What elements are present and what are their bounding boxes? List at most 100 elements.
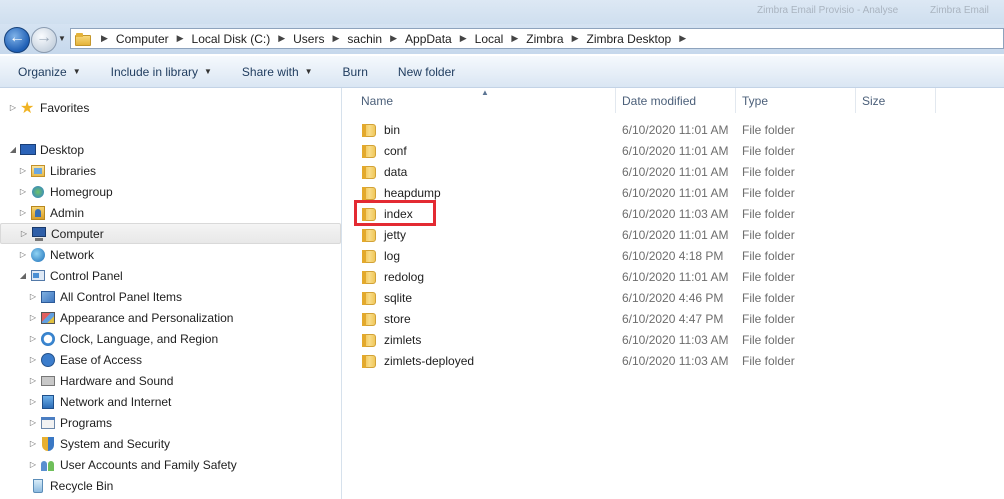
nav-label: Control Panel <box>50 268 123 283</box>
file-row[interactable]: log 6/10/2020 4:18 PM File folder <box>343 245 943 266</box>
file-row[interactable]: redolog 6/10/2020 11:01 AM File folder <box>343 266 943 287</box>
expand-arrow-icon[interactable]: ▷ <box>28 313 38 322</box>
nav-appearance[interactable]: ▷ Appearance and Personalization <box>28 307 234 328</box>
nav-label: Hardware and Sound <box>60 373 174 388</box>
folder-icon <box>361 123 377 137</box>
expand-arrow-icon[interactable]: ▷ <box>18 166 28 175</box>
folder-icon <box>361 312 377 326</box>
nav-recycle-bin[interactable]: Recycle Bin <box>18 475 113 496</box>
expand-arrow-icon[interactable]: ▷ <box>18 250 28 259</box>
breadcrumb-local[interactable]: Local <box>473 32 506 46</box>
file-row[interactable]: conf 6/10/2020 11:01 AM File folder <box>343 140 943 161</box>
nav-computer[interactable]: ▷ Computer <box>0 223 341 244</box>
breadcrumb-computer[interactable]: Computer <box>114 32 171 46</box>
nav-programs[interactable]: ▷ Programs <box>28 412 112 433</box>
nav-system-security[interactable]: ▷ System and Security <box>28 433 170 454</box>
column-header-date-modified[interactable]: Date modified <box>616 88 736 113</box>
star-icon <box>20 98 36 118</box>
file-row[interactable]: zimlets-deployed 6/10/2020 11:03 AM File… <box>343 350 943 371</box>
chevron-right-icon[interactable]: ▶ <box>566 33 585 44</box>
nav-homegroup[interactable]: ▷ Homegroup <box>18 181 113 202</box>
file-date: 6/10/2020 4:18 PM <box>622 248 724 263</box>
nav-hardware-sound[interactable]: ▷ Hardware and Sound <box>28 370 174 391</box>
nav-label: Network <box>50 247 95 262</box>
window-title-bar: Zimbra Email Provisio - Analyse Zimbra E… <box>0 0 1004 24</box>
nav-desktop[interactable]: ◢ Desktop <box>8 139 84 160</box>
nav-network-internet[interactable]: ▷ Network and Internet <box>28 391 171 412</box>
file-row[interactable]: store 6/10/2020 4:47 PM File folder <box>343 308 943 329</box>
chevron-right-icon[interactable]: ▶ <box>171 33 190 44</box>
nav-label: Programs <box>60 415 113 430</box>
file-name: log <box>384 248 401 263</box>
folder-icon <box>361 291 377 305</box>
expand-arrow-icon[interactable]: ▷ <box>28 292 38 301</box>
nav-network[interactable]: ▷ Network <box>18 244 94 265</box>
nav-ease-of-access[interactable]: ▷ Ease of Access <box>28 349 142 370</box>
collapse-arrow-icon[interactable]: ◢ <box>18 271 28 280</box>
column-header-size[interactable]: Size <box>856 88 936 113</box>
programs-icon <box>40 415 56 431</box>
chevron-right-icon[interactable]: ▶ <box>384 33 403 44</box>
file-row[interactable]: data 6/10/2020 11:01 AM File folder <box>343 161 943 182</box>
expand-arrow-icon[interactable]: ▷ <box>28 355 38 364</box>
forward-button[interactable] <box>31 27 57 53</box>
chevron-right-icon[interactable]: ▶ <box>272 33 291 44</box>
nav-clock-language-region[interactable]: ▷ Clock, Language, and Region <box>28 328 218 349</box>
new-folder-button[interactable]: New folder <box>380 65 467 79</box>
file-row[interactable]: sqlite 6/10/2020 4:46 PM File folder <box>343 287 943 308</box>
burn-button[interactable]: Burn <box>325 65 380 79</box>
column-header-name[interactable]: Name <box>355 88 616 113</box>
expand-arrow-icon[interactable]: ▷ <box>28 460 38 469</box>
file-date: 6/10/2020 11:03 AM <box>622 206 729 221</box>
file-date: 6/10/2020 11:03 AM <box>622 353 729 368</box>
chevron-right-icon[interactable]: ▶ <box>673 33 692 44</box>
recent-pages-dropdown-icon[interactable]: ▼ <box>58 34 66 43</box>
folder-icon <box>361 333 377 347</box>
expand-arrow-icon[interactable]: ▷ <box>19 229 29 238</box>
breadcrumb-appdata[interactable]: AppData <box>403 32 454 46</box>
background-window-title-2: Zimbra Email <box>930 5 989 16</box>
file-list[interactable]: ▲ Name Date modified Type Size bin 6/10/… <box>343 88 1004 499</box>
breadcrumb-sachin[interactable]: sachin <box>345 32 384 46</box>
include-in-library-menu[interactable]: Include in library ▼ <box>93 65 224 79</box>
file-row[interactable]: zimlets 6/10/2020 11:03 AM File folder <box>343 329 943 350</box>
chevron-right-icon[interactable]: ▶ <box>95 33 114 44</box>
expand-arrow-icon[interactable]: ▷ <box>28 397 38 406</box>
expand-arrow-icon[interactable]: ▷ <box>28 334 38 343</box>
expand-arrow-icon[interactable]: ▷ <box>18 208 28 217</box>
chevron-right-icon[interactable]: ▶ <box>454 33 473 44</box>
nav-all-control-panel-items[interactable]: ▷ All Control Panel Items <box>28 286 182 307</box>
chevron-right-icon[interactable]: ▶ <box>326 33 345 44</box>
chevron-right-icon[interactable]: ▶ <box>505 33 524 44</box>
back-button[interactable] <box>4 27 30 53</box>
nav-libraries[interactable]: ▷ Libraries <box>18 160 96 181</box>
organize-menu[interactable]: Organize ▼ <box>0 65 93 79</box>
breadcrumb-local-disk[interactable]: Local Disk (C:) <box>190 32 273 46</box>
breadcrumb-users[interactable]: Users <box>291 32 326 46</box>
expand-arrow-icon[interactable]: ▷ <box>18 187 28 196</box>
expand-arrow-icon[interactable]: ▷ <box>28 376 38 385</box>
printer-icon <box>40 373 56 389</box>
file-name: jetty <box>384 227 407 242</box>
address-row: ▼ ▶ Computer ▶ Local Disk (C:) ▶ Users ▶… <box>0 24 1004 54</box>
file-name: store <box>384 311 411 326</box>
homegroup-icon <box>30 184 46 200</box>
expand-arrow-icon[interactable]: ▷ <box>28 418 38 427</box>
expand-arrow-icon[interactable]: ▷ <box>8 103 18 112</box>
collapse-arrow-icon[interactable]: ◢ <box>8 145 18 154</box>
file-row[interactable]: bin 6/10/2020 11:01 AM File folder <box>343 119 943 140</box>
breadcrumb-zimbra[interactable]: Zimbra <box>524 32 565 46</box>
folder-icon <box>361 144 377 158</box>
nav-control-panel[interactable]: ◢ Control Panel <box>18 265 123 286</box>
nav-favorites[interactable]: ▷ Favorites <box>8 97 89 118</box>
navigation-pane[interactable]: ▷ Favorites ◢ Desktop ▷ Libraries ▷ Home… <box>0 88 342 499</box>
nav-user-accounts[interactable]: ▷ User Accounts and Family Safety <box>28 454 237 475</box>
breadcrumb-zimbra-desktop[interactable]: Zimbra Desktop <box>585 32 674 46</box>
folder-icon <box>75 32 91 46</box>
file-row[interactable]: jetty 6/10/2020 11:01 AM File folder <box>343 224 943 245</box>
share-with-menu[interactable]: Share with ▼ <box>224 65 325 79</box>
address-bar[interactable]: ▶ Computer ▶ Local Disk (C:) ▶ Users ▶ s… <box>70 28 1004 49</box>
column-header-type[interactable]: Type <box>736 88 856 113</box>
nav-admin[interactable]: ▷ Admin <box>18 202 84 223</box>
expand-arrow-icon[interactable]: ▷ <box>28 439 38 448</box>
